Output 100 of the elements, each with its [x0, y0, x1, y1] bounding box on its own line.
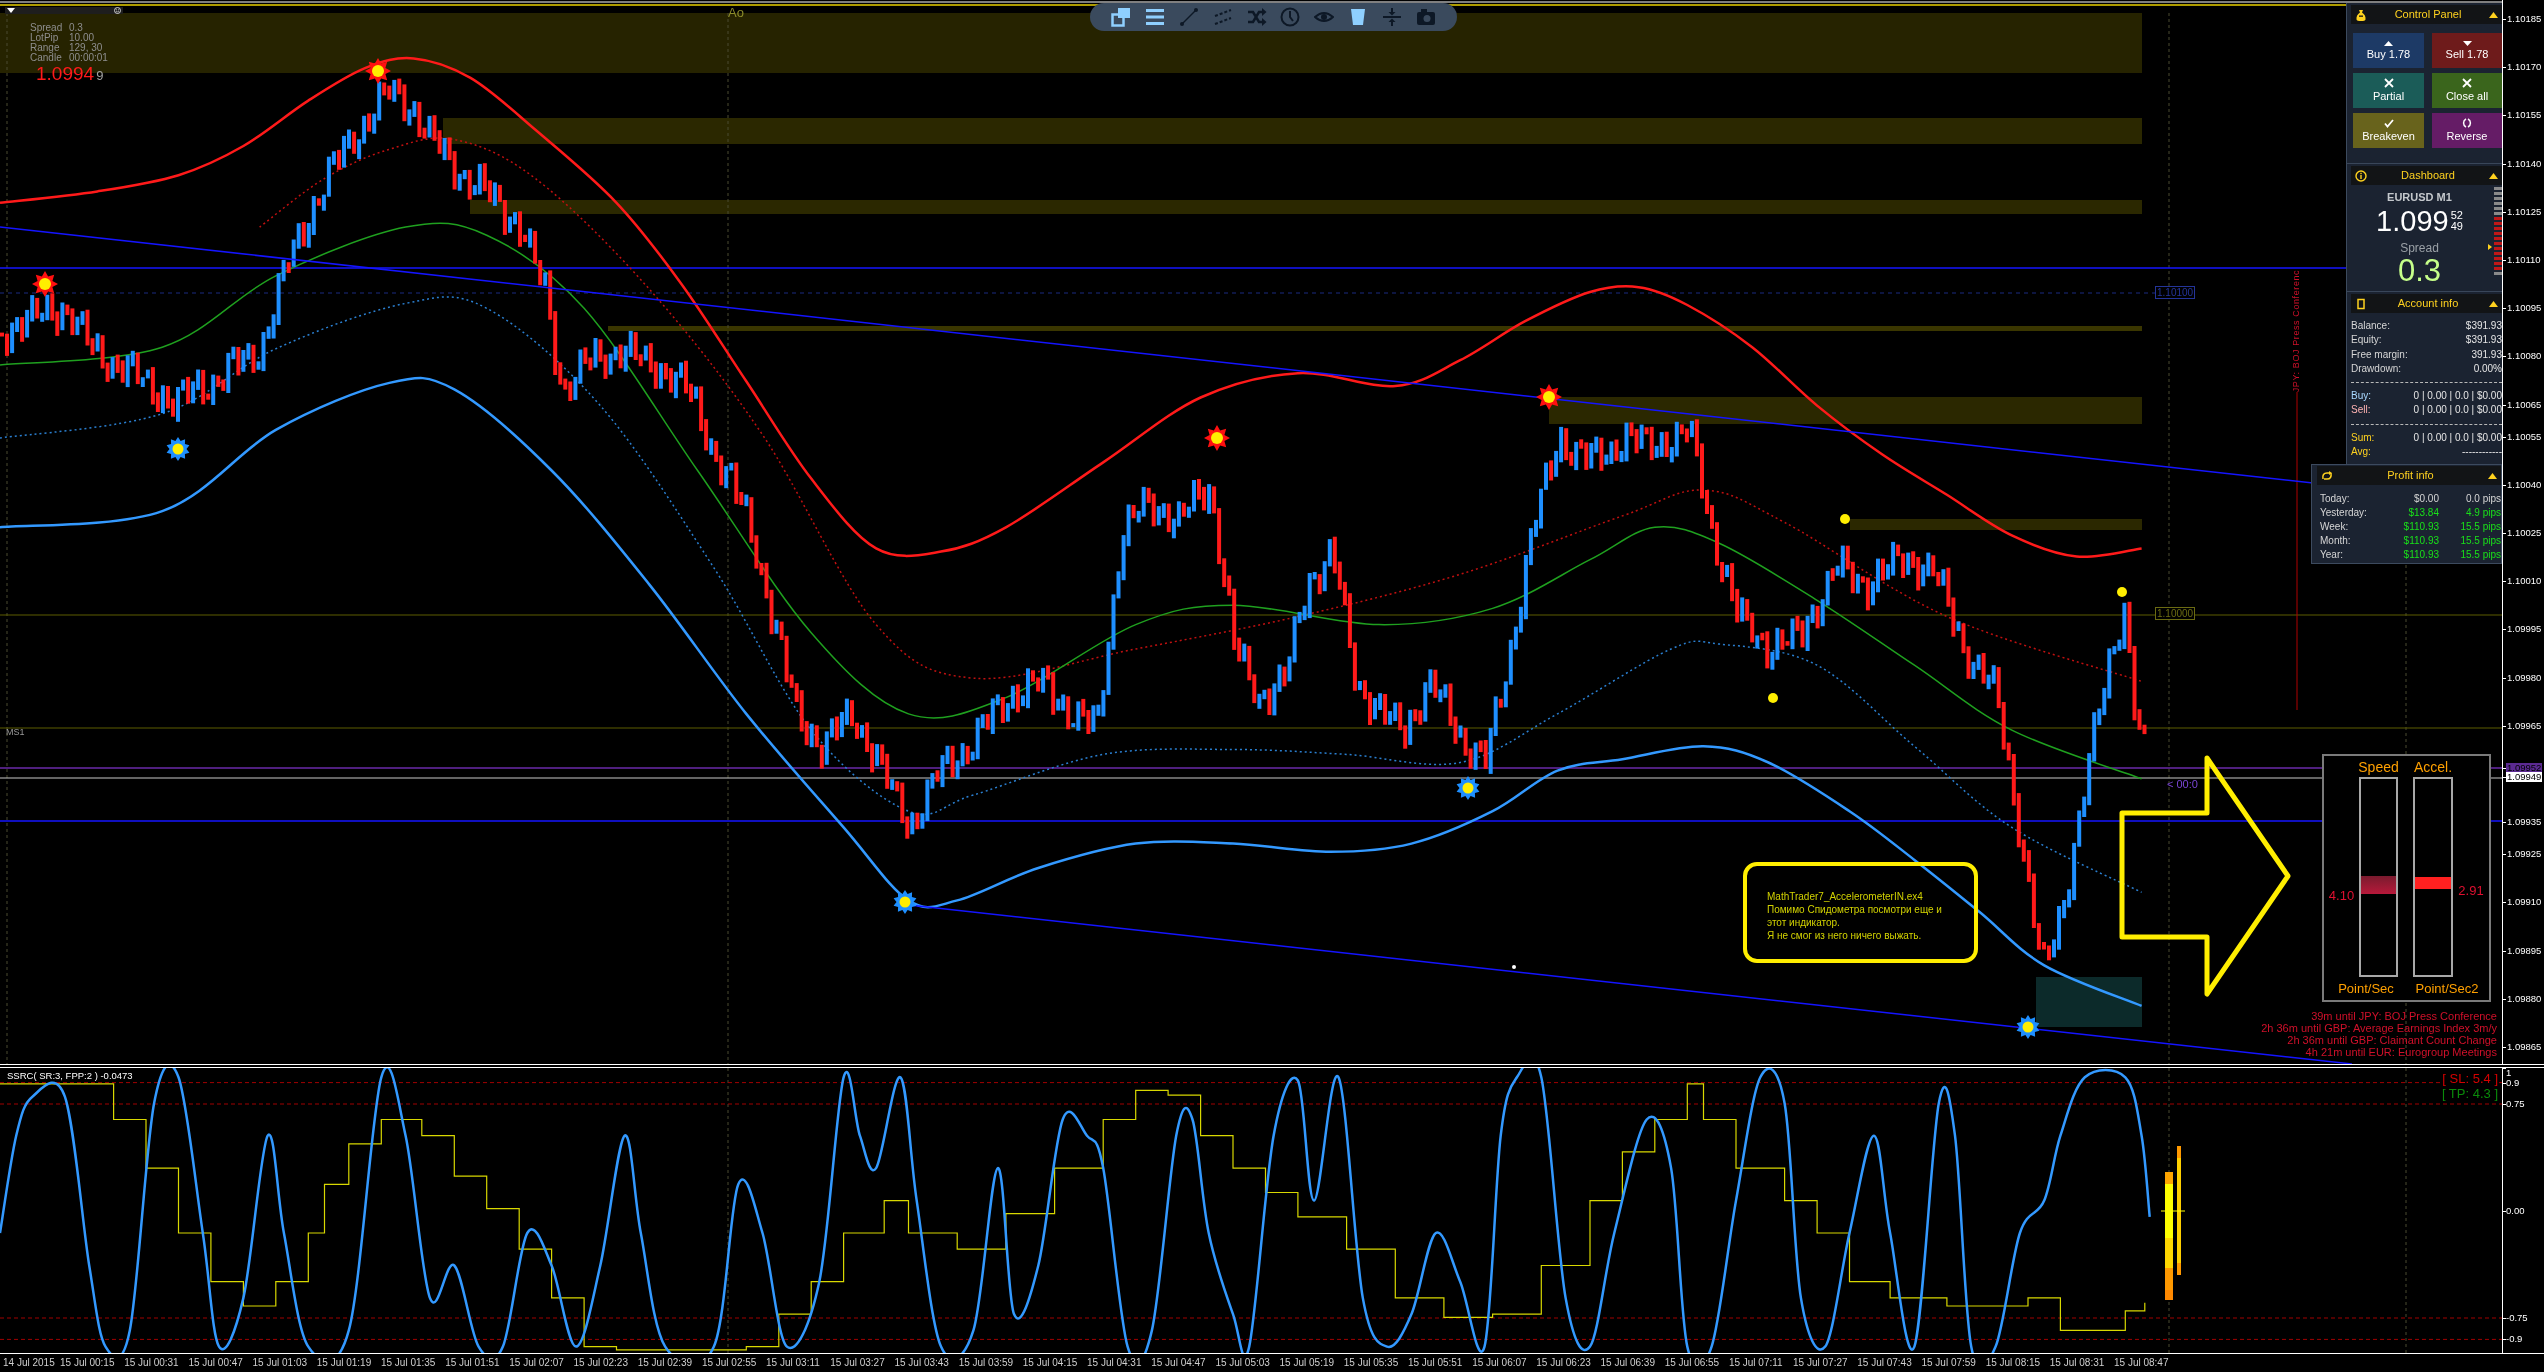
profit-amount: $110.93 [2402, 548, 2439, 562]
profit-pips: 4.9 pips [2464, 506, 2501, 520]
time-label: 15 Jul 08:47 [2114, 1357, 2169, 1368]
panel-title: Control Panel [2393, 8, 2463, 21]
time-label: 15 Jul 00:31 [124, 1357, 179, 1368]
row-label: Buy: [2351, 389, 2371, 404]
gauge-unit: Point/Sec [2338, 981, 2394, 998]
axis-label: -0.9 [2506, 1334, 2523, 1345]
info-value: 10.00 [69, 33, 96, 43]
price-label: 1.10140 [2506, 158, 2543, 169]
price-label: 1.09880 [2506, 993, 2543, 1004]
row-label: Week: [2320, 520, 2350, 534]
news-line: 2h 36m until GBP: Claimant Count Change [2287, 1034, 2497, 1046]
cross-icon [2462, 78, 2472, 88]
gauge-unit: Point/Sec2 [2415, 981, 2479, 998]
axis-label: 1 [2506, 1068, 2512, 1078]
time-label: 15 Jul 03:11 [766, 1357, 820, 1368]
note-line: Помимо Спидометра посмотри еще и [1767, 903, 1943, 916]
row-value: 0 | 0.00 | 0.0 | $0.00 [2413, 430, 2502, 445]
row-label: Equity: [2351, 333, 2382, 348]
breakeven-button[interactable]: Breakeven [2353, 113, 2424, 148]
partial-close-button[interactable]: Partial [2353, 73, 2424, 108]
price-digit: 9 [96, 68, 104, 84]
dot-icon [2117, 587, 2127, 597]
time-label: 15 Jul 02:23 [573, 1357, 628, 1368]
caret-up-icon[interactable] [2489, 172, 2498, 179]
gauge-reading: 4.10 [2328, 888, 2355, 905]
price-label: 1.10055 [2506, 431, 2543, 442]
row-label: Avg: [2351, 445, 2371, 460]
time-label: 15 Jul 01:19 [316, 1357, 372, 1368]
note-line: этот индикатор. [1767, 916, 1841, 929]
row-value: $391.93 [2465, 333, 2502, 348]
info-icon [2355, 169, 2367, 182]
reverse-button[interactable]: Reverse [2432, 113, 2502, 148]
line-price-label: 1.10000 [2155, 606, 2196, 620]
price-label: 1.09895 [2506, 945, 2543, 956]
close-all-button[interactable]: Close all [2432, 73, 2502, 108]
price-label: 1.10010 [2506, 576, 2543, 587]
price-label: 1.10095 [2506, 303, 2543, 314]
price-value: 1.099 [2376, 207, 2449, 235]
spread-label: Spread [2400, 241, 2439, 255]
price-label: 1.09995 [2506, 624, 2543, 635]
price-label: 1.09980 [2506, 672, 2543, 683]
price-label: 1.10185 [2506, 14, 2543, 24]
caret-up-icon[interactable] [2489, 11, 2498, 18]
row-label: Year: [2320, 548, 2344, 562]
caret-down-icon [2462, 40, 2472, 46]
buy-button[interactable]: Buy 1.78 [2353, 33, 2424, 68]
note-line: Я не смог из него ничего выжать. [1767, 929, 1923, 942]
time-label: 15 Jul 07:27 [1793, 1357, 1848, 1368]
panel-title: Account info [2396, 297, 2460, 310]
caret-up-icon [2384, 40, 2393, 46]
price-label: 1.10025 [2506, 528, 2543, 538]
row-value: ------------ [2462, 445, 2502, 460]
price-label: 1.10065 [2506, 399, 2543, 410]
bid-digits: 49 [2450, 221, 2463, 232]
axis-label: 0.75 [2506, 1099, 2525, 1109]
check-icon [2383, 118, 2394, 128]
price-label: 1.10170 [2506, 62, 2543, 73]
profit-amount: $110.93 [2402, 534, 2439, 548]
profit-amount: $13.84 [2407, 506, 2439, 520]
axis-label: -0.75 [2506, 1313, 2528, 1323]
price-label: 1.10125 [2506, 206, 2543, 217]
gauge-reading: 2.91 [2458, 883, 2484, 900]
dot-icon [1840, 514, 1850, 524]
time-label: 15 Jul 06:07 [1472, 1357, 1527, 1368]
price-value: 1.0994 [36, 63, 95, 85]
time-label: 15 Jul 07:59 [1921, 1357, 1976, 1368]
time-label: 15 Jul 06:23 [1536, 1357, 1591, 1368]
time-label: 15 Jul 07:11 [1728, 1357, 1783, 1368]
time-label: 15 Jul 06:39 [1600, 1357, 1655, 1368]
row-label: Sell: [2351, 403, 2371, 418]
dot-icon [1768, 693, 1778, 703]
info-value: 0.3 [69, 23, 84, 33]
info-label: Range [30, 43, 60, 53]
time-label: 15 Jul 00:15 [60, 1357, 115, 1368]
time-label: 15 Jul 08:15 [1985, 1357, 2041, 1368]
price-label: 1.09910 [2506, 897, 2543, 908]
news-line: 39m until JPY: BOJ Press Conference [2311, 1010, 2497, 1022]
time-label: 15 Jul 05:19 [1279, 1357, 1335, 1368]
profit-pips: 15.5 pips [2459, 534, 2501, 548]
profit-amount: $110.93 [2402, 520, 2439, 534]
spread-value: 0.3 [2397, 256, 2442, 286]
time-label: 15 Jul 02:39 [637, 1357, 693, 1368]
price-label: 1.10040 [2506, 479, 2543, 490]
windows-icon[interactable] [1111, 7, 1131, 27]
note-line: MathTrader7_AccelerometerIN.ex4 [1767, 890, 1924, 903]
row-value: 0 | 0.00 | 0.0 | $0.00 [2413, 403, 2502, 418]
row-label: Today: [2320, 492, 2351, 506]
panel-title: Dashboard [2400, 169, 2456, 182]
row-value: 0.00% [2473, 361, 2502, 376]
ask-digits: 52 [2450, 210, 2463, 221]
event-label: JPY: BOJ Press Conferenc [2291, 269, 2301, 393]
price-label: 1.10155 [2506, 110, 2543, 121]
sell-button[interactable]: Sell 1.78 [2432, 33, 2502, 68]
menu-icon[interactable] [1144, 7, 1165, 27]
time-label: 15 Jul 01:35 [380, 1357, 436, 1368]
row-label: Free margin: [2351, 347, 2408, 362]
profit-pips: 0.0 pips [2464, 492, 2501, 506]
axis-label: 0.00 [2506, 1206, 2525, 1216]
